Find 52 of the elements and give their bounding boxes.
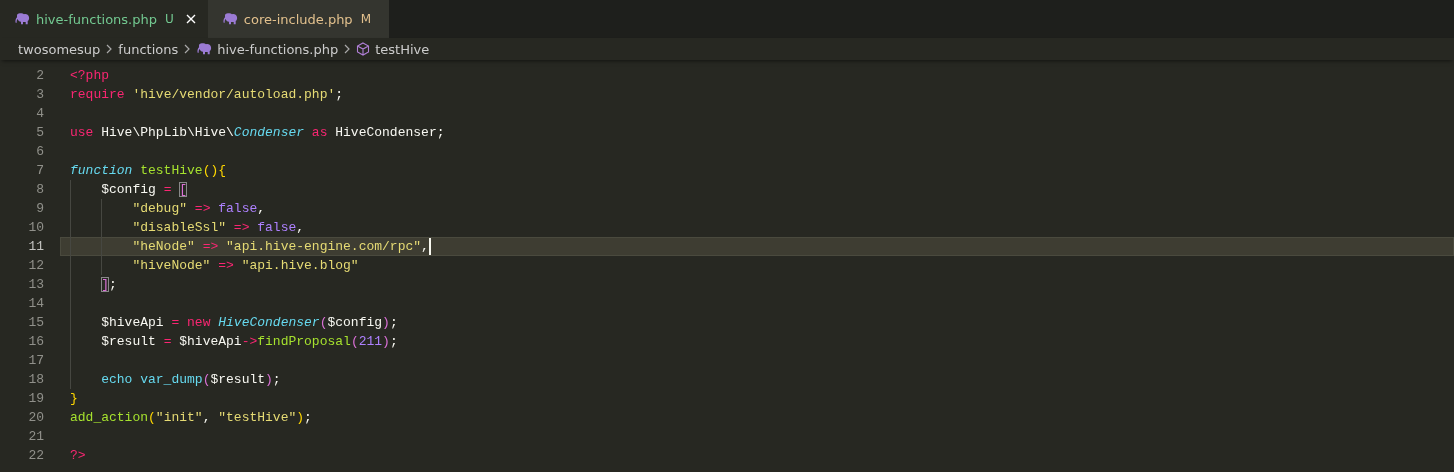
line-number: 17	[27, 352, 44, 370]
editor-tab[interactable]: hive-functions.php U	[0, 0, 208, 38]
chevron-right-icon	[105, 44, 114, 54]
code-line: ?>	[70, 447, 86, 465]
line-number: 22	[27, 447, 44, 465]
line-number: 5	[35, 124, 44, 142]
code-line: <?php	[70, 67, 109, 85]
code-line: $result = $hiveApi->findProposal(211);	[100, 333, 398, 351]
close-icon[interactable]	[185, 14, 196, 24]
line-number: 3	[35, 86, 44, 104]
line-number: 19	[27, 390, 44, 408]
line-number: 8	[35, 181, 44, 199]
elephant-icon	[221, 13, 238, 25]
line-number: 16	[27, 333, 44, 351]
line-number: 21	[27, 428, 44, 446]
text-cursor	[428, 238, 431, 255]
code-line: $config = [	[100, 181, 188, 199]
code-line: use Hive\PhpLib\Hive\Condenser as HiveCondenser;	[70, 124, 445, 142]
code-line: function testHive(){	[70, 162, 227, 180]
elephant-icon	[14, 13, 30, 25]
line-number: 7	[35, 162, 44, 180]
chevron-right-icon	[183, 44, 192, 54]
code-line: add_action("init", "testHive");	[70, 409, 312, 427]
code-line: }	[70, 390, 78, 408]
line-number: 20	[27, 409, 44, 427]
code-line: require 'hive/vendor/autoload.php';	[70, 86, 344, 104]
cube-icon	[356, 42, 371, 56]
breadcrumb-item[interactable]: functions	[118, 41, 179, 57]
line-number: 11	[27, 238, 44, 256]
chevron-right-icon	[343, 44, 352, 54]
code-line: "debug" => false,	[131, 200, 266, 218]
line-number: 13	[27, 276, 44, 294]
line-number: 18	[27, 371, 44, 389]
line-number: 15	[27, 314, 44, 332]
elephant-icon	[196, 43, 213, 55]
code-line: echo var_dump($result);	[100, 371, 281, 389]
code-line: "disableSsl" => false,	[131, 219, 305, 237]
line-number: 4	[35, 105, 44, 123]
breadcrumb-item[interactable]: testHive	[375, 41, 430, 57]
line-number: 10	[27, 219, 44, 237]
line-number: 14	[27, 295, 44, 313]
line-number: 9	[35, 200, 44, 218]
code-line: $hiveApi = new HiveCondenser($config);	[100, 314, 398, 332]
line-number: 12	[27, 257, 44, 275]
line-number: 6	[35, 143, 44, 161]
code-line: ];	[100, 276, 117, 294]
editor-tab[interactable]: core-include.php M	[207, 0, 389, 38]
code-line: "heNode" => "api.hive-engine.com/rpc",	[131, 238, 429, 256]
breadcrumb-item[interactable]: hive-functions.php	[217, 41, 339, 57]
breadcrumb-item[interactable]: twosomesup	[18, 41, 101, 57]
line-number: 2	[35, 67, 44, 85]
code-line: "hiveNode" => "api.hive.blog"	[131, 257, 359, 275]
